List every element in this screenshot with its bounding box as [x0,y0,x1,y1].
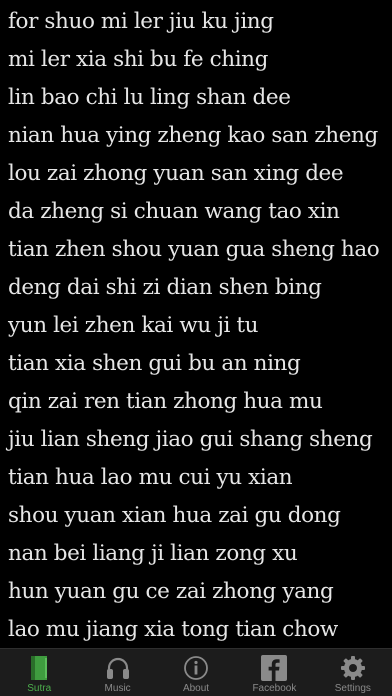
sutra-line: jiu lian sheng jiao gui shang sheng [8,427,373,452]
tab-label: Sutra [27,683,52,694]
tab-label: Music [104,683,131,694]
sutra-line: nian hua ying zheng kao san zheng [8,123,378,148]
tab-label: About [182,683,210,694]
sutra-line: hun yuan gu ce zai zhong yang [8,579,334,604]
sutra-line: tian hua lao mu cui yu xian [8,465,293,490]
sutra-line: da zheng si chuan wang tao xin [8,199,340,224]
tab-facebook[interactable]: Facebook [235,649,313,696]
sutra-line: nan bei liang ji lian zong xu [8,541,298,566]
sutra-line: mi ler xia shi bu fe ching [8,47,268,72]
sutra-line: lou zai zhong yuan san xing dee [8,161,344,186]
sutra-line: lin bao chi lu ling shan dee [8,85,291,110]
sutra-line: yun lei zhen kai wu ji tu [8,313,259,338]
tab-label: Facebook [252,683,297,694]
tab-bar: Sutra Music About Facebook Settings [0,648,392,696]
tab-music[interactable]: Music [78,649,156,696]
tab-sutra[interactable]: Sutra [0,649,78,696]
sutra-line: tian xia shen gui bu an ning [8,351,301,376]
sutra-line: shou yuan xian hua zai gu dong [8,503,341,528]
sutra-line: tian zhen shou yuan gua sheng hao [8,237,380,262]
sutra-line: deng dai shi zi dian shen bing [8,275,322,300]
info-icon [182,654,210,682]
gear-icon [339,654,367,682]
sutra-line: for shuo mi ler jiu ku jing [8,9,274,34]
tab-settings[interactable]: Settings [314,649,392,696]
tab-label: Settings [334,683,371,694]
sutra-line: lao mu jiang xia tong tian chow [8,617,338,642]
tab-about[interactable]: About [157,649,235,696]
sutra-line: qin zai ren tian zhong hua mu [8,389,323,414]
sutra-text-view[interactable]: for shuo mi ler jiu ku jing mi ler xia s… [0,0,392,648]
headphones-icon [104,654,132,682]
book-icon [25,654,53,682]
facebook-icon [260,654,288,682]
